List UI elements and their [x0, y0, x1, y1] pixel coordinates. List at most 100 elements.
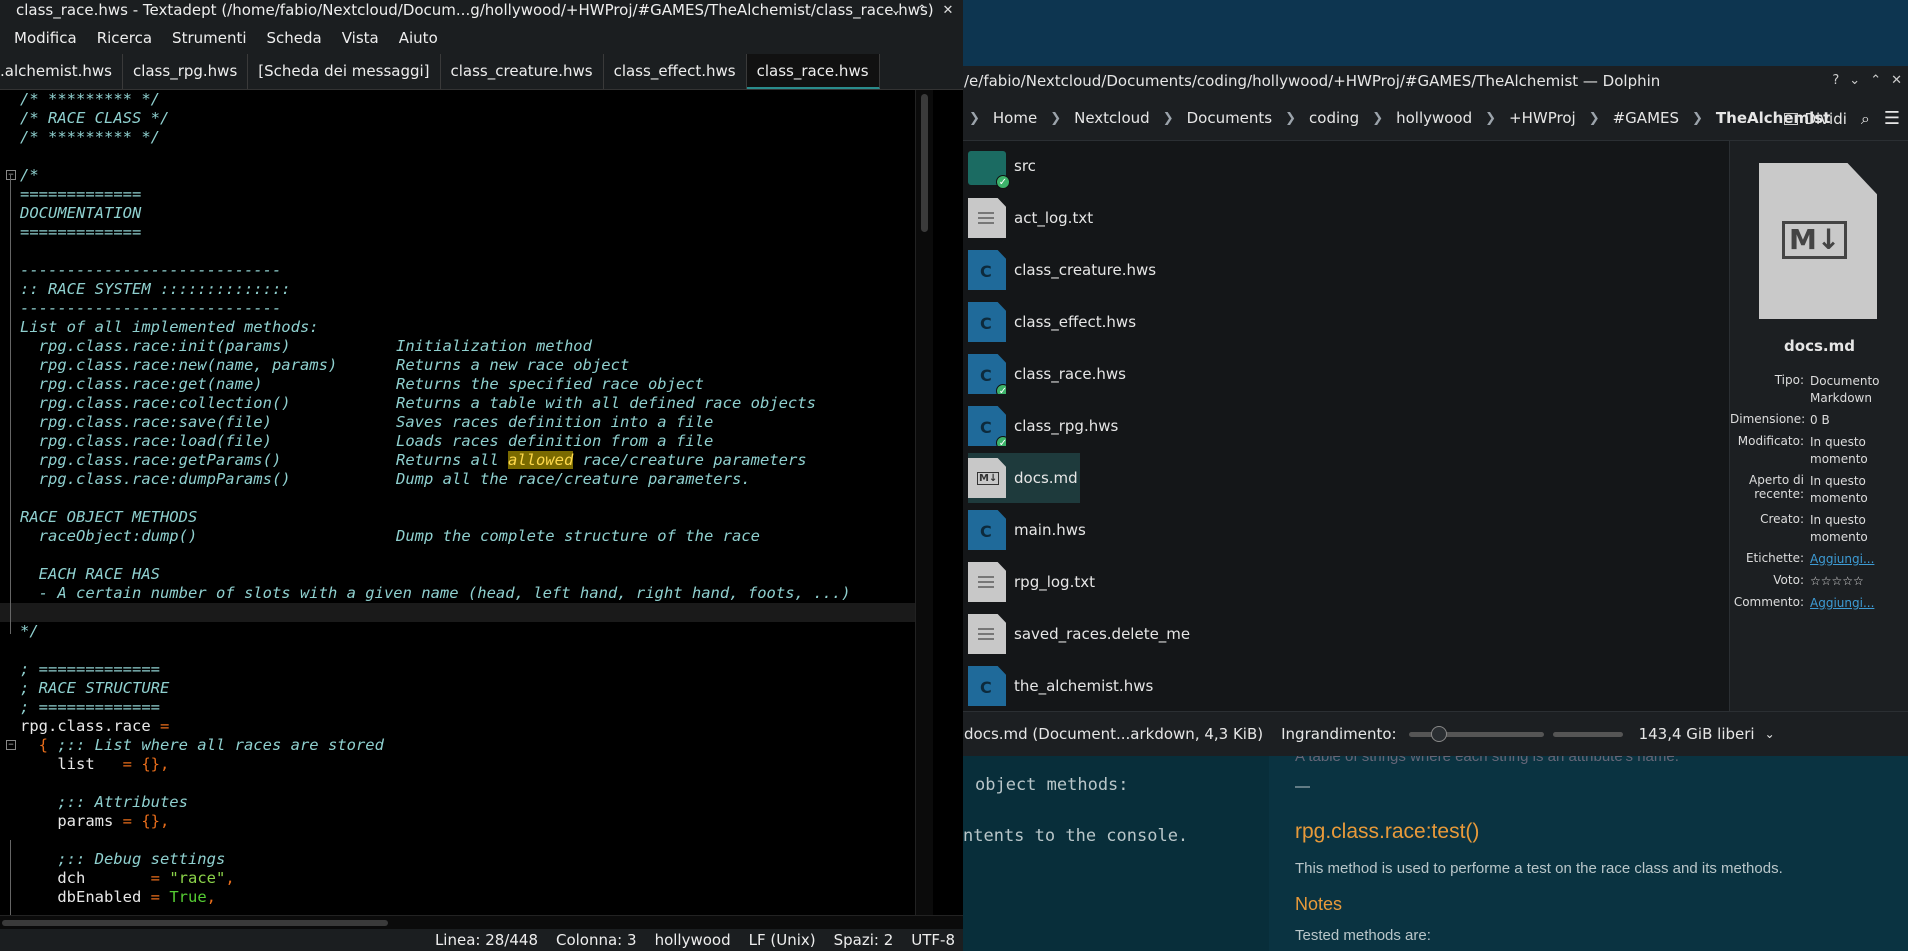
doc-left-line: ntents to the console. — [963, 826, 1189, 846]
chevron-down-icon[interactable]: ⌄ — [1765, 727, 1775, 741]
menu-ricerca[interactable]: Ricerca — [97, 29, 152, 47]
fold-minus-icon[interactable]: − — [6, 170, 16, 180]
code-operator: , — [206, 888, 216, 906]
file-item[interactable]: C class_creature.hws — [968, 245, 1156, 295]
doc-heading: rpg.class.race:test() — [1295, 820, 1480, 843]
fold-minus-icon[interactable]: − — [6, 740, 16, 750]
file-item[interactable]: saved_races.delete_me — [968, 609, 1190, 659]
vertical-scrollbar[interactable] — [915, 90, 933, 915]
free-space-label[interactable]: 143,4 GiB liberi — [1639, 725, 1755, 743]
file-name: docs.md — [1014, 469, 1078, 487]
code-line: ;:: Attributes — [0, 793, 915, 812]
menu-scheda[interactable]: Scheda — [267, 29, 322, 47]
breadcrumb-item[interactable]: Documents — [1187, 109, 1273, 127]
minimize-button[interactable]: ⌄ — [1849, 66, 1860, 96]
file-item[interactable]: C ✓ class_rpg.hws — [968, 401, 1118, 451]
status-eol[interactable]: LF (Unix) — [749, 929, 816, 951]
status-lexer[interactable]: hollywood — [655, 929, 731, 951]
rating-stars[interactable]: ☆☆☆☆☆ — [1810, 573, 1905, 590]
status-indent[interactable]: Spazi: 2 — [834, 929, 894, 951]
tab-class-creature[interactable]: class_creature.hws — [441, 54, 604, 89]
menu-vista[interactable]: Vista — [342, 29, 379, 47]
code-line: − { ;:: List where all races are stored — [0, 736, 915, 755]
tab-class-effect[interactable]: class_effect.hws — [604, 54, 747, 89]
file-item-selected[interactable]: M↓ docs.md — [968, 453, 1080, 503]
menu-bar: Modifica Ricerca Strumenti Scheda Vista … — [0, 22, 963, 54]
code-editor[interactable]: /* ********* */ /* RACE CLASS */ /* ****… — [0, 90, 915, 915]
code-line: /* RACE CLASS */ — [0, 109, 915, 128]
breadcrumb-item[interactable]: #GAMES — [1613, 109, 1679, 127]
code-operator: = — [150, 869, 170, 887]
code-line: /* ********* */ — [0, 90, 915, 109]
menu-strumenti[interactable]: Strumenti — [172, 29, 246, 47]
breadcrumb-item[interactable]: +HWProj — [1509, 109, 1576, 127]
info-key: Voto: — [1773, 573, 1804, 587]
tab-class-race[interactable]: class_race.hws — [746, 54, 880, 89]
code-line: rpg.class.race = — [0, 717, 915, 736]
doc-left-pane: object methods: ntents to the console. — [963, 756, 1269, 951]
status-file-info: docs.md (Document...arkdown, 4,3 KiB) — [964, 725, 1264, 743]
breadcrumb-item[interactable]: Home — [993, 109, 1037, 127]
file-item[interactable]: act_log.txt — [968, 193, 1093, 243]
file-item[interactable]: C the_alchemist.hws — [968, 661, 1153, 711]
dolphin-statusbar: docs.md (Document...arkdown, 4,3 KiB) In… — [963, 711, 1908, 756]
tab-class-rpg[interactable]: class_rpg.hws — [123, 54, 249, 89]
scrollbar-thumb[interactable] — [921, 94, 928, 232]
tab-messages[interactable]: [Scheda dei messaggi] — [248, 54, 441, 89]
code-file-icon: C — [968, 302, 1006, 342]
file-name: class_rpg.hws — [1014, 417, 1119, 435]
breadcrumb-item[interactable]: hollywood — [1396, 109, 1472, 127]
code-comment: ; ============= — [20, 698, 160, 716]
code-line: rpg.class.race:load(file) Loads races def… — [0, 432, 915, 451]
status-column: Colonna: 3 — [555, 931, 637, 949]
status-encoding[interactable]: UTF-8 — [911, 929, 955, 951]
split-button[interactable]: Dividi — [1784, 110, 1847, 128]
file-name: saved_races.delete_me — [1014, 625, 1191, 643]
code-comment: - A certain number of slots with a given… — [20, 584, 851, 602]
add-tags-link[interactable]: Aggiungi... — [1810, 551, 1905, 568]
menu-aiuto[interactable]: Aiuto — [399, 29, 438, 47]
file-view[interactable]: ✓ src act_log.txt C class_creature.hws C… — [963, 141, 1729, 711]
textadept-window: class_race.hws - Textadept (/home/fabio/… — [0, 0, 963, 951]
minimize-button[interactable]: ⌄ — [887, 0, 905, 22]
menu-modifica[interactable]: Modifica — [14, 29, 77, 47]
add-comment-link[interactable]: Aggiungi... — [1810, 595, 1905, 612]
help-button[interactable]: ? — [1832, 66, 1839, 96]
file-item[interactable]: C ✓ class_race.hws — [968, 349, 1126, 399]
file-item[interactable]: rpg_log.txt — [968, 557, 1095, 607]
maximize-button[interactable]: ⌃ — [913, 0, 931, 22]
info-key: Tipo: — [1774, 373, 1804, 387]
code-comment: rpg.class.race:getParams() — [20, 451, 282, 469]
horizontal-scrollbar[interactable] — [0, 915, 963, 929]
code-line: ;:: Debug settings — [0, 850, 915, 869]
dolphin-toolbar: ❯ Home ❯ Nextcloud ❯ Documents ❯ coding … — [963, 96, 1908, 141]
search-icon[interactable]: ⌕ — [1861, 109, 1870, 129]
file-name: src — [1014, 157, 1036, 175]
code-comment: Initialization method — [396, 337, 592, 355]
close-button[interactable]: ✕ — [1891, 66, 1902, 96]
scrollbar-thumb[interactable] — [2, 920, 388, 926]
maximize-button[interactable]: ⌃ — [1870, 66, 1881, 96]
file-item[interactable]: C class_effect.hws — [968, 297, 1136, 347]
file-name: class_creature.hws — [1014, 261, 1157, 279]
close-button[interactable]: ✕ — [939, 0, 957, 22]
file-item[interactable]: ✓ src — [968, 141, 1036, 191]
tab-alchemist[interactable]: .alchemist.hws — [0, 54, 123, 89]
zoom-slider-handle[interactable] — [1430, 725, 1447, 742]
info-row-accessed: Aperto di recente: In questo momento — [1730, 473, 1908, 507]
textadept-titlebar[interactable]: class_race.hws - Textadept (/home/fabio/… — [0, 0, 963, 22]
zoom-slider[interactable] — [1408, 725, 1544, 742]
code-comment: ============= — [20, 185, 142, 203]
code-line: rpg.class.race:save(file) Saves races def… — [0, 413, 915, 432]
breadcrumb-item[interactable]: coding — [1309, 109, 1359, 127]
menu-icon[interactable]: ☰ — [1884, 108, 1900, 129]
code-identifier: dch — [20, 869, 151, 887]
code-line: −/* — [0, 166, 915, 185]
file-item[interactable]: C main.hws — [968, 505, 1086, 555]
dolphin-titlebar[interactable]: /e/fabio/Nextcloud/Documents/coding/holl… — [963, 66, 1908, 96]
tab-bar: .alchemist.hws class_rpg.hws [Scheda dei… — [0, 54, 963, 90]
chevron-right-icon: ❯ — [1372, 110, 1384, 126]
breadcrumb-item[interactable]: Nextcloud — [1074, 109, 1150, 127]
